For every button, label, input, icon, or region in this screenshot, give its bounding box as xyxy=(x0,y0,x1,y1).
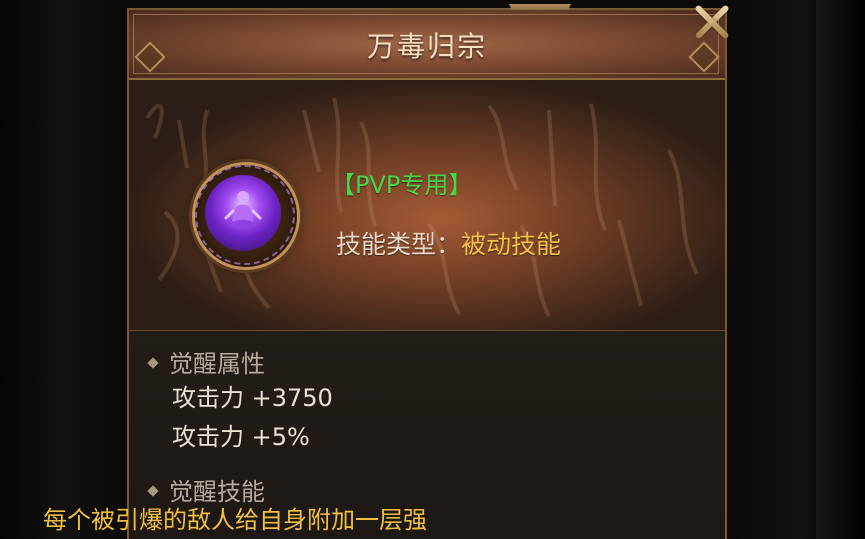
skill-emblem-icon xyxy=(192,162,300,270)
awakening-attributes-label: 觉醒属性 xyxy=(169,350,265,378)
skill-detail-panel: 万毒归宗 觉醒属性 攻击力 +3750 攻击力 +5% 觉醒技能 xyxy=(127,4,727,539)
skill-banner xyxy=(129,80,725,331)
attack-stat-row: 攻击力 +3750 xyxy=(172,384,333,412)
meditating-figure-icon xyxy=(224,191,262,229)
skill-title: 万毒归宗 xyxy=(366,30,487,63)
skill-type-row: 技能类型：被动技能 xyxy=(336,225,561,261)
diamond-icon xyxy=(147,485,159,497)
awakening-skill-description: 每个被引爆的敌人给自身附加一层强 xyxy=(43,506,427,534)
skill-emblem-core xyxy=(205,175,281,251)
skill-type-label: 技能类型： xyxy=(336,230,462,259)
diamond-icon xyxy=(147,357,159,369)
skill-type-value: 被动技能 xyxy=(461,230,562,259)
attack-percent-stat-row: 攻击力 +5% xyxy=(172,423,310,451)
close-button[interactable] xyxy=(692,2,732,42)
pvp-tag: 【PVP专用】 xyxy=(331,171,473,199)
close-icon xyxy=(692,2,732,42)
awakening-attributes-header: 觉醒属性 xyxy=(147,344,265,379)
panel-header: 万毒归宗 xyxy=(129,10,725,80)
game-screen: 万毒归宗 觉醒属性 攻击力 +3750 攻击力 +5% 觉醒技能 【PVP专用】… xyxy=(0,0,865,539)
